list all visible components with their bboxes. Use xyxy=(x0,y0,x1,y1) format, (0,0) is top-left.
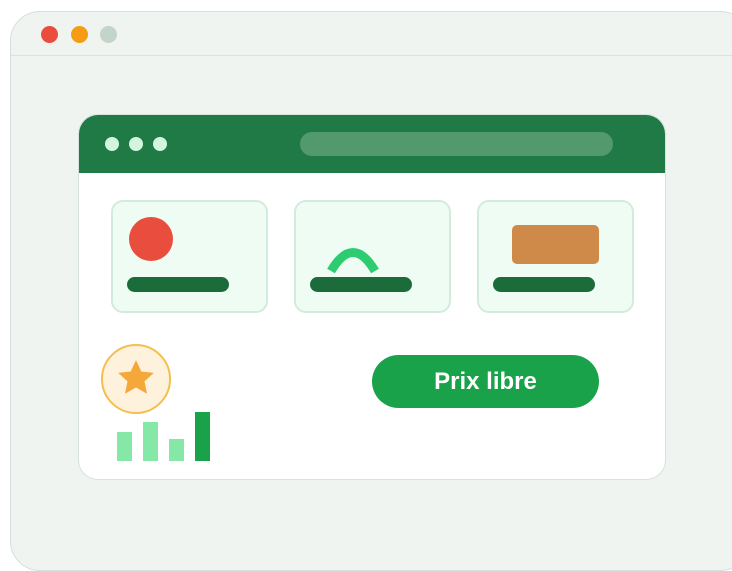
app-preview-card: Prix libre xyxy=(78,114,666,480)
mini-chart-bar xyxy=(169,439,184,461)
app-header xyxy=(79,115,665,173)
feature-tile-circle[interactable] xyxy=(111,200,268,313)
tile-text-placeholder xyxy=(493,277,595,292)
maximize-window-button[interactable] xyxy=(100,26,117,43)
app-window-dot xyxy=(153,137,167,151)
app-window-dot xyxy=(129,137,143,151)
price-button[interactable]: Prix libre xyxy=(372,355,599,408)
mini-chart-bar xyxy=(195,412,210,461)
address-bar[interactable] xyxy=(300,132,613,156)
window-titlebar xyxy=(11,12,732,56)
mini-chart-bar xyxy=(143,422,158,461)
bar-chart-icon xyxy=(117,412,210,461)
rating-badge xyxy=(101,344,171,414)
close-window-button[interactable] xyxy=(41,26,58,43)
star-icon xyxy=(118,360,154,394)
feature-tile-rectangle[interactable] xyxy=(477,200,634,313)
circle-icon xyxy=(129,217,173,261)
arch-icon xyxy=(327,248,379,274)
rectangle-icon xyxy=(512,225,599,264)
app-window-dot xyxy=(105,137,119,151)
tile-text-placeholder xyxy=(127,277,229,292)
tile-text-placeholder xyxy=(310,277,412,292)
minimize-window-button[interactable] xyxy=(71,26,88,43)
mini-chart-bar xyxy=(117,432,132,461)
feature-tile-arch[interactable] xyxy=(294,200,451,313)
